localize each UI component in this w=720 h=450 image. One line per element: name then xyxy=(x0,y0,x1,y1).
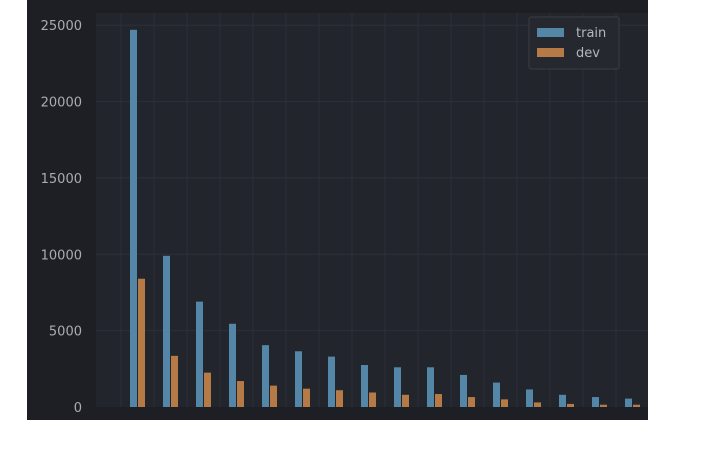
bar-dev xyxy=(237,381,244,407)
bar-train xyxy=(493,382,500,407)
bar-train xyxy=(229,323,236,407)
y-tick-label: 25000 xyxy=(41,19,82,34)
legend: train dev xyxy=(528,16,620,70)
bar-train xyxy=(625,398,632,407)
bar-dev xyxy=(600,404,607,407)
bar-train xyxy=(328,356,335,407)
y-tick-label: 5000 xyxy=(49,325,82,340)
bar-train xyxy=(163,255,170,407)
bar-dev xyxy=(171,355,178,407)
bar-dev xyxy=(501,399,508,407)
bar-dev xyxy=(567,403,574,407)
bar-dev xyxy=(270,385,277,407)
bar-train xyxy=(130,29,137,407)
bar-train xyxy=(394,367,401,407)
bar-train xyxy=(592,397,599,407)
bar-dev xyxy=(336,390,343,407)
bar-dev xyxy=(369,392,376,407)
bar-train xyxy=(427,367,434,407)
legend-label-dev: dev xyxy=(576,46,600,61)
bar-dev xyxy=(534,402,541,407)
bar-dev xyxy=(633,404,640,407)
y-tick-label: 15000 xyxy=(41,172,82,187)
legend-swatch-dev xyxy=(537,48,564,57)
legend-swatch-train xyxy=(537,28,564,37)
y-tick-label: 10000 xyxy=(41,248,82,263)
y-tick-label: 0 xyxy=(74,401,82,416)
bar-dev xyxy=(303,388,310,407)
bar-train xyxy=(295,351,302,407)
legend-label-train: train xyxy=(576,26,606,41)
bar-train xyxy=(262,345,269,407)
chart-figure: 0 5000 10000 15000 20000 25000 train dev xyxy=(27,0,652,420)
bar-train xyxy=(559,394,566,407)
bar-dev xyxy=(204,372,211,407)
bar-dev xyxy=(402,394,409,407)
bar-dev xyxy=(435,394,442,407)
bar-chart: 0 5000 10000 15000 20000 25000 train dev xyxy=(41,13,652,416)
y-axis-ticks: 0 5000 10000 15000 20000 25000 xyxy=(41,19,82,416)
bar-train xyxy=(196,301,203,407)
bar-train xyxy=(460,374,467,407)
axes-background xyxy=(96,13,652,407)
bar-train xyxy=(361,365,368,407)
bar-dev xyxy=(468,397,475,407)
bar-dev xyxy=(138,278,145,407)
bar-train xyxy=(526,389,533,407)
y-tick-label: 20000 xyxy=(41,96,82,111)
legend-box xyxy=(528,16,620,70)
